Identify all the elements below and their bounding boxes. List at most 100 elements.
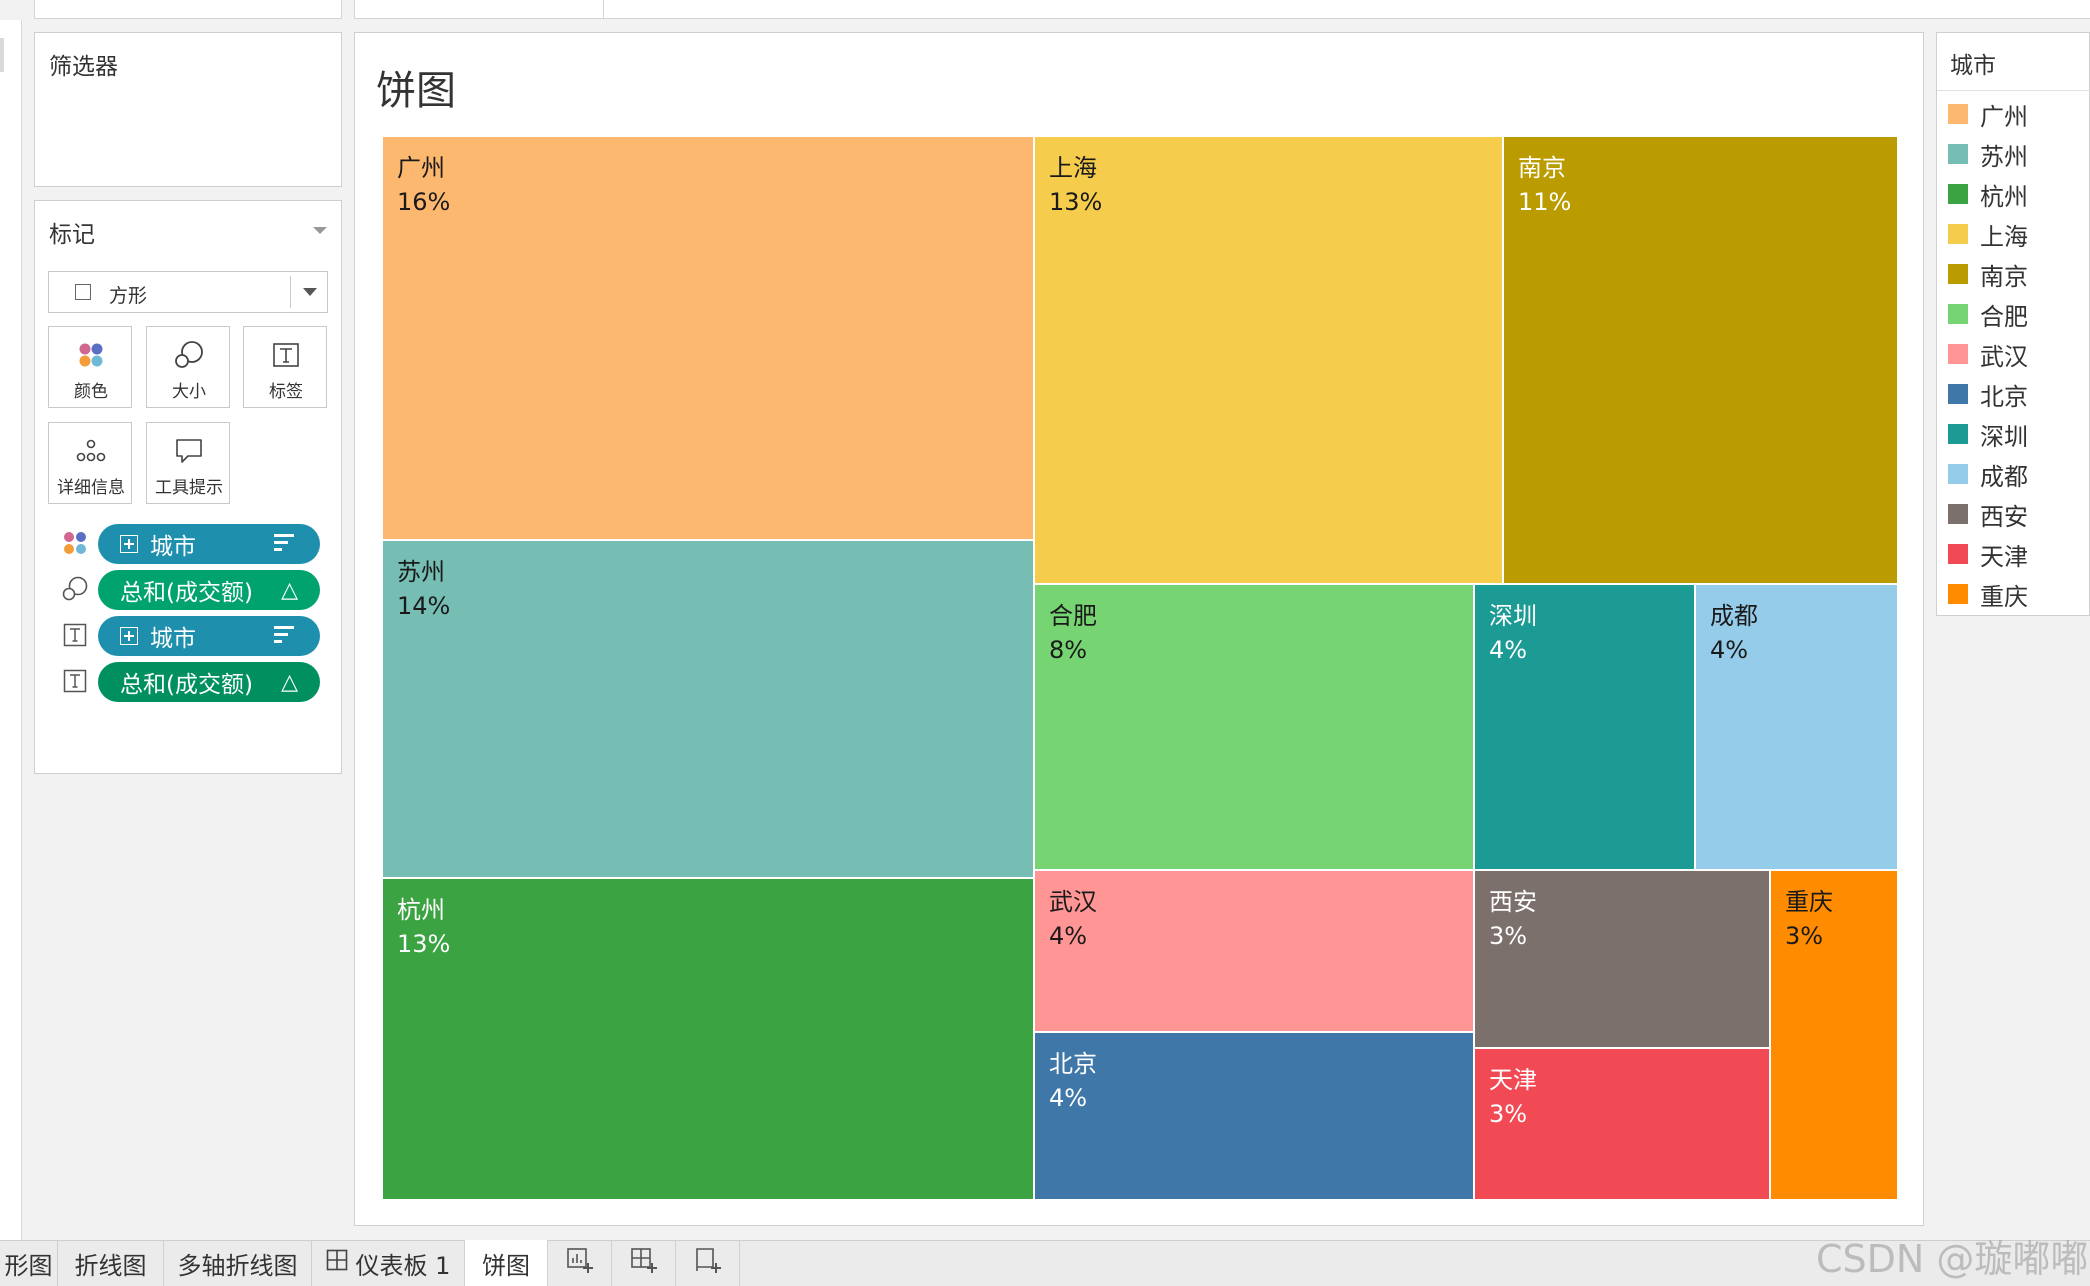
legend-label: 南京 [1980,263,2028,291]
treemap-cell-percent: 4% [1049,1084,1088,1112]
legend-item[interactable]: 成都 [1948,454,2088,494]
legend-item[interactable]: 北京 [1948,374,2088,414]
legend-item[interactable]: 上海 [1948,214,2088,254]
treemap-cell-label: 成都 4% [1710,599,1758,667]
treemap-cell-label: 上海 13% [1049,151,1102,219]
color-dots-icon [49,339,133,371]
treemap-cell-label: 广州 16% [397,151,450,219]
tab-dual-axis-line-chart[interactable]: 多轴折线图 [164,1240,312,1286]
tooltip-bubble-icon [147,435,231,467]
city-color-pill[interactable]: 城市 [98,524,320,564]
legend-label: 合肥 [1980,303,2028,331]
treemap-cell-label: 杭州 13% [397,893,450,961]
new-story-button[interactable] [676,1240,740,1286]
marks-menu-caret-icon[interactable] [313,227,327,234]
treemap-cell-percent: 3% [1785,922,1824,950]
treemap-cell-name: 西安 [1489,888,1537,916]
treemap-cell-name: 苏州 [397,558,445,586]
treemap-cell-name: 杭州 [397,896,445,924]
color-button[interactable]: 颜色 [48,326,132,408]
detail-button-label: 详细信息 [57,478,125,498]
treemap-cell[interactable]: 深圳 4% [1475,585,1694,869]
legend-item[interactable]: 武汉 [1948,334,2088,374]
treemap-cell[interactable]: 上海 13% [1035,137,1502,583]
new-worksheet-button[interactable] [548,1240,612,1286]
treemap-cell[interactable]: 成都 4% [1696,585,1897,869]
legend-swatch [1948,144,1968,164]
legend-label: 北京 [1980,383,2028,411]
treemap-cell[interactable]: 武汉 4% [1035,871,1473,1031]
treemap-cell[interactable]: 北京 4% [1035,1033,1473,1199]
treemap-cell-label: 北京 4% [1049,1047,1097,1115]
label-button-label: 标签 [269,382,303,402]
chevron-down-icon[interactable] [303,288,317,296]
size-circles-icon [147,339,231,371]
tab-dashboard-1[interactable]: 仪表板 1 [312,1240,465,1286]
legend-swatch [1948,344,1968,364]
tab-bar-chart[interactable]: 形图 [0,1240,58,1286]
treemap-cell-percent: 14% [397,592,451,620]
expand-plus-icon[interactable] [120,627,138,645]
legend-item[interactable]: 合肥 [1948,294,2088,334]
legend-label: 上海 [1980,223,2028,251]
treemap-cell-percent: 3% [1489,922,1528,950]
legend-item[interactable]: 重庆 [1948,574,2088,614]
new-dashboard-button[interactable] [612,1240,676,1286]
treemap-chart[interactable]: 广州 16% 苏州 14% 杭州 13% 上海 13% 南京 11% 合肥 8% 深圳 4% 成都 4% 武汉 4… [383,137,1897,1199]
legend-item[interactable]: 天津 [1948,534,2088,574]
columns-shelf[interactable] [604,0,2090,19]
dashboard-grid-icon [326,1249,348,1277]
expand-plus-icon[interactable] [120,535,138,553]
data-pane-edge [0,20,22,1240]
legend-item[interactable]: 深圳 [1948,414,2088,454]
marks-title: 标记 [49,222,95,248]
treemap-cell[interactable]: 西安 3% [1475,871,1769,1047]
city-label-pill[interactable]: 城市 [98,616,320,656]
square-mark-icon [75,284,91,300]
tab-pie-chart[interactable]: 饼图 [465,1240,548,1286]
sales-label-pill[interactable]: 总和(成交额) △ [98,662,320,702]
new-worksheet-icon [565,1245,595,1281]
treemap-cell[interactable]: 苏州 14% [383,541,1033,877]
treemap-cell[interactable]: 杭州 13% [383,879,1033,1199]
filters-card[interactable]: 筛选器 [34,32,342,187]
treemap-cell-percent: 16% [397,188,451,216]
legend-label: 西安 [1980,503,2028,531]
treemap-cell-name: 深圳 [1489,602,1537,630]
legend-item[interactable]: 广州 [1948,94,2088,134]
legend-title: 城市 [1950,53,1996,79]
sales-size-pill-label: 总和(成交额) [120,580,253,606]
legend-item[interactable]: 西安 [1948,494,2088,534]
sales-size-pill[interactable]: 总和(成交额) △ [98,570,320,610]
detail-button[interactable]: 详细信息 [48,422,132,504]
treemap-cell-name: 合肥 [1049,602,1097,630]
treemap-cell[interactable]: 广州 16% [383,137,1033,539]
legend-swatch [1948,264,1968,284]
tooltip-button[interactable]: 工具提示 [146,422,230,504]
treemap-cell-label: 苏州 14% [397,555,450,623]
treemap-cell[interactable]: 天津 3% [1475,1049,1769,1199]
sales-label-pill-label: 总和(成交额) [120,672,253,698]
mark-type-dropdown[interactable]: 方形 [48,271,328,313]
legend-item[interactable]: 南京 [1948,254,2088,294]
treemap-cell[interactable]: 合肥 8% [1035,585,1473,869]
legend-label: 武汉 [1980,343,2028,371]
tab-label: 多轴折线图 [177,1251,298,1280]
pane-collapse-handle[interactable] [0,38,4,72]
treemap-cell-percent: 13% [397,930,451,958]
treemap-cell-percent: 4% [1049,922,1088,950]
sort-icon [274,626,296,646]
legend-label: 杭州 [1980,183,2028,211]
legend-item[interactable]: 杭州 [1948,174,2088,214]
legend-label: 成都 [1980,463,2028,491]
treemap-cell-percent: 4% [1489,636,1528,664]
size-button[interactable]: 大小 [146,326,230,408]
watermark: CSDN @璇嘟嘟 [1816,1237,2089,1281]
label-button[interactable]: 标签 [243,326,327,408]
legend-item[interactable]: 苏州 [1948,134,2088,174]
treemap-cell[interactable]: 重庆 3% [1771,871,1897,1199]
treemap-cell[interactable]: 南京 11% [1504,137,1897,583]
tab-line-chart[interactable]: 折线图 [58,1240,164,1286]
view-title: 饼图 [376,68,456,114]
treemap-cell-label: 深圳 4% [1489,599,1537,667]
